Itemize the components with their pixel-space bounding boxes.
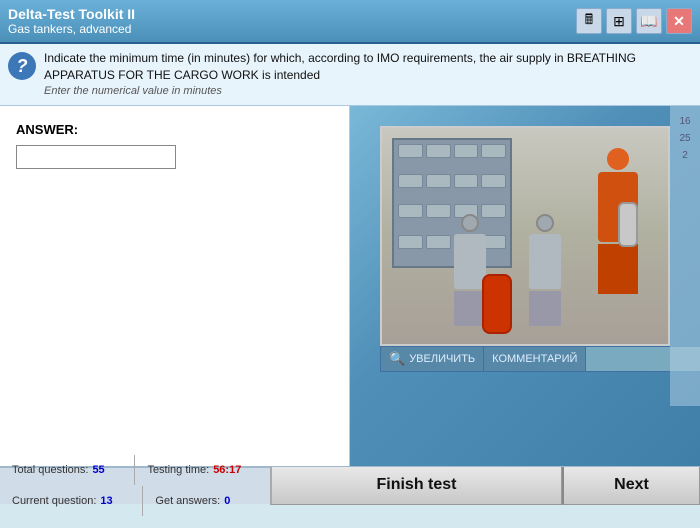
subtitle: Gas tankers, advanced [8,22,135,36]
total-questions-row: Total questions: 55 Testing time: 56:17 [12,455,258,485]
left-panel: ANSWER: [0,106,350,466]
get-answers-label: Get answers: [155,495,220,507]
app-title: Delta-Test Toolkit II [8,6,135,22]
status-bar: Total questions: 55 Testing time: 56:17 … [0,466,700,504]
book-icon[interactable]: 📖 [636,8,662,34]
total-questions-label: Total questions: [12,464,88,476]
question-main-text: Indicate the minimum time (in minutes) f… [44,50,692,84]
title-icons: 🖩 ⊞ 📖 ✕ [576,8,692,34]
title-bar: Delta-Test Toolkit II Gas tankers, advan… [0,0,700,44]
zoom-button[interactable]: 🔍 УВЕЛИЧИТЬ [381,347,484,371]
image-toolbar: 🔍 УВЕЛИЧИТЬ КОММЕНТАРИЙ 🔍 [380,346,670,372]
right-sidebar: 16 25 2 [670,106,700,406]
comment-label: КОММЕНТАРИЙ [492,353,577,365]
close-button[interactable]: ✕ [666,8,692,34]
comment-button[interactable]: КОММЕНТАРИЙ [484,347,586,371]
question-icon: ? [8,52,36,80]
current-question-value: 13 [100,495,130,507]
right-panel: 🔍 УВЕЛИЧИТЬ КОММЕНТАРИЙ 🔍 16 25 2 [350,106,700,466]
get-answers-value: 0 [224,495,254,507]
question-sub-text: Enter the numerical value in minutes [44,84,692,99]
next-button[interactable]: Next [562,467,700,505]
calculator-icon[interactable]: 🖩 [576,8,602,34]
testing-time-value: 56:17 [213,464,243,476]
magnify-icon: 🔍 [389,351,405,367]
stat-divider [134,455,135,485]
title-text: Delta-Test Toolkit II Gas tankers, advan… [8,6,135,36]
answer-input[interactable] [16,145,176,169]
stats-left: Total questions: 55 Testing time: 56:17 … [0,451,270,520]
testing-time-label: Testing time: [147,464,209,476]
image-container [380,126,670,346]
current-question-row: Current question: 13 Get answers: 0 [12,486,258,516]
current-question-label: Current question: [12,495,96,507]
answer-label: ANSWER: [16,122,333,137]
total-questions-value: 55 [92,464,122,476]
stat-divider-2 [142,486,143,516]
question-text: Indicate the minimum time (in minutes) f… [44,50,692,99]
question-bar: ? Indicate the minimum time (in minutes)… [0,44,700,106]
table-icon[interactable]: ⊞ [606,8,632,34]
main-content: ANSWER: [0,106,700,466]
finish-test-button[interactable]: Finish test [270,467,562,505]
zoom-label: УВЕЛИЧИТЬ [409,353,475,365]
